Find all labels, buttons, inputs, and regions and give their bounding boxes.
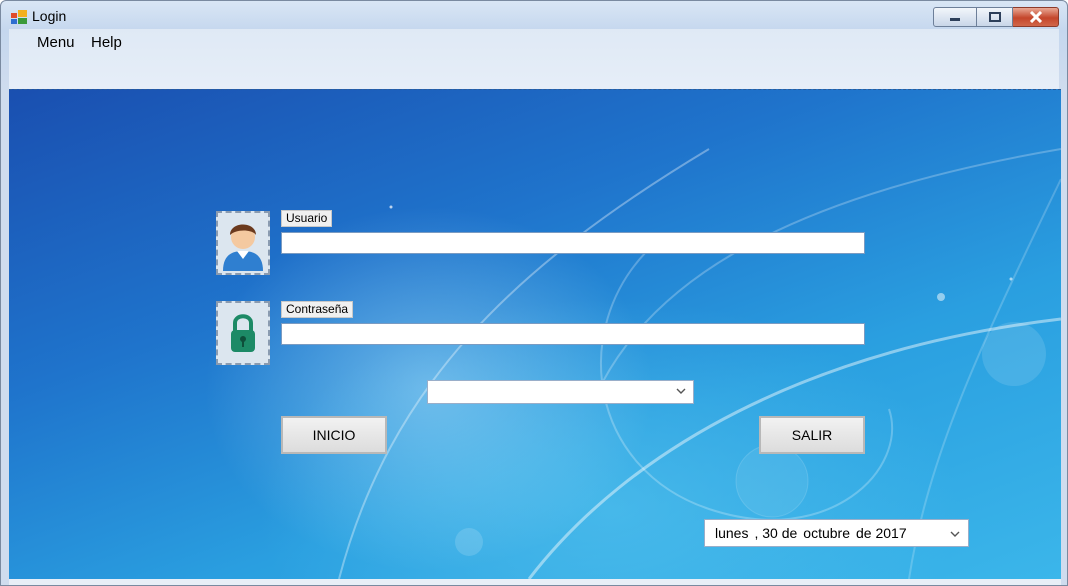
date-dropdown-icon[interactable] [948, 528, 962, 540]
menu-bar [9, 29, 1059, 89]
login-button[interactable]: INICIO [281, 416, 387, 454]
username-field[interactable] [281, 232, 865, 254]
menu-item-help[interactable]: Help [85, 32, 128, 53]
password-field[interactable] [281, 323, 865, 345]
form-icon [11, 10, 27, 24]
role-combobox[interactable] [427, 380, 694, 404]
date-year[interactable]: de 2017 [856, 525, 907, 541]
date-picker[interactable]: lunes , 30 de octubre de 2017 [704, 519, 969, 547]
date-day[interactable]: lunes [715, 525, 748, 541]
lock-icon [231, 314, 255, 352]
close-icon [1029, 11, 1042, 23]
login-window: Login Menu Help Usuario Contraseña INICI… [0, 0, 1068, 586]
username-input[interactable] [282, 233, 864, 253]
user-picture-box [216, 211, 270, 275]
lock-picture-box [216, 301, 270, 365]
exit-button[interactable]: SALIR [759, 416, 865, 454]
bottom-strip [9, 579, 1061, 585]
date-month[interactable]: octubre [803, 525, 850, 541]
chevron-down-icon[interactable] [674, 384, 688, 398]
maximize-button[interactable] [977, 7, 1013, 27]
date-day-number[interactable]: , 30 de [754, 525, 797, 541]
minimize-icon [950, 18, 960, 21]
password-label: Contraseña [281, 301, 354, 318]
password-input[interactable] [282, 324, 864, 344]
minimize-button[interactable] [933, 7, 977, 27]
maximize-icon [988, 12, 1001, 22]
close-button[interactable] [1013, 7, 1059, 27]
username-label: Usuario [281, 210, 333, 227]
menu-item-menu[interactable]: Menu [31, 32, 81, 53]
window-title: Login [32, 8, 67, 24]
login-panel: Usuario Contraseña INICIO SALIR lunes , … [9, 89, 1061, 579]
user-avatar-icon [223, 224, 263, 271]
title-bar[interactable]: Login [1, 1, 1067, 29]
